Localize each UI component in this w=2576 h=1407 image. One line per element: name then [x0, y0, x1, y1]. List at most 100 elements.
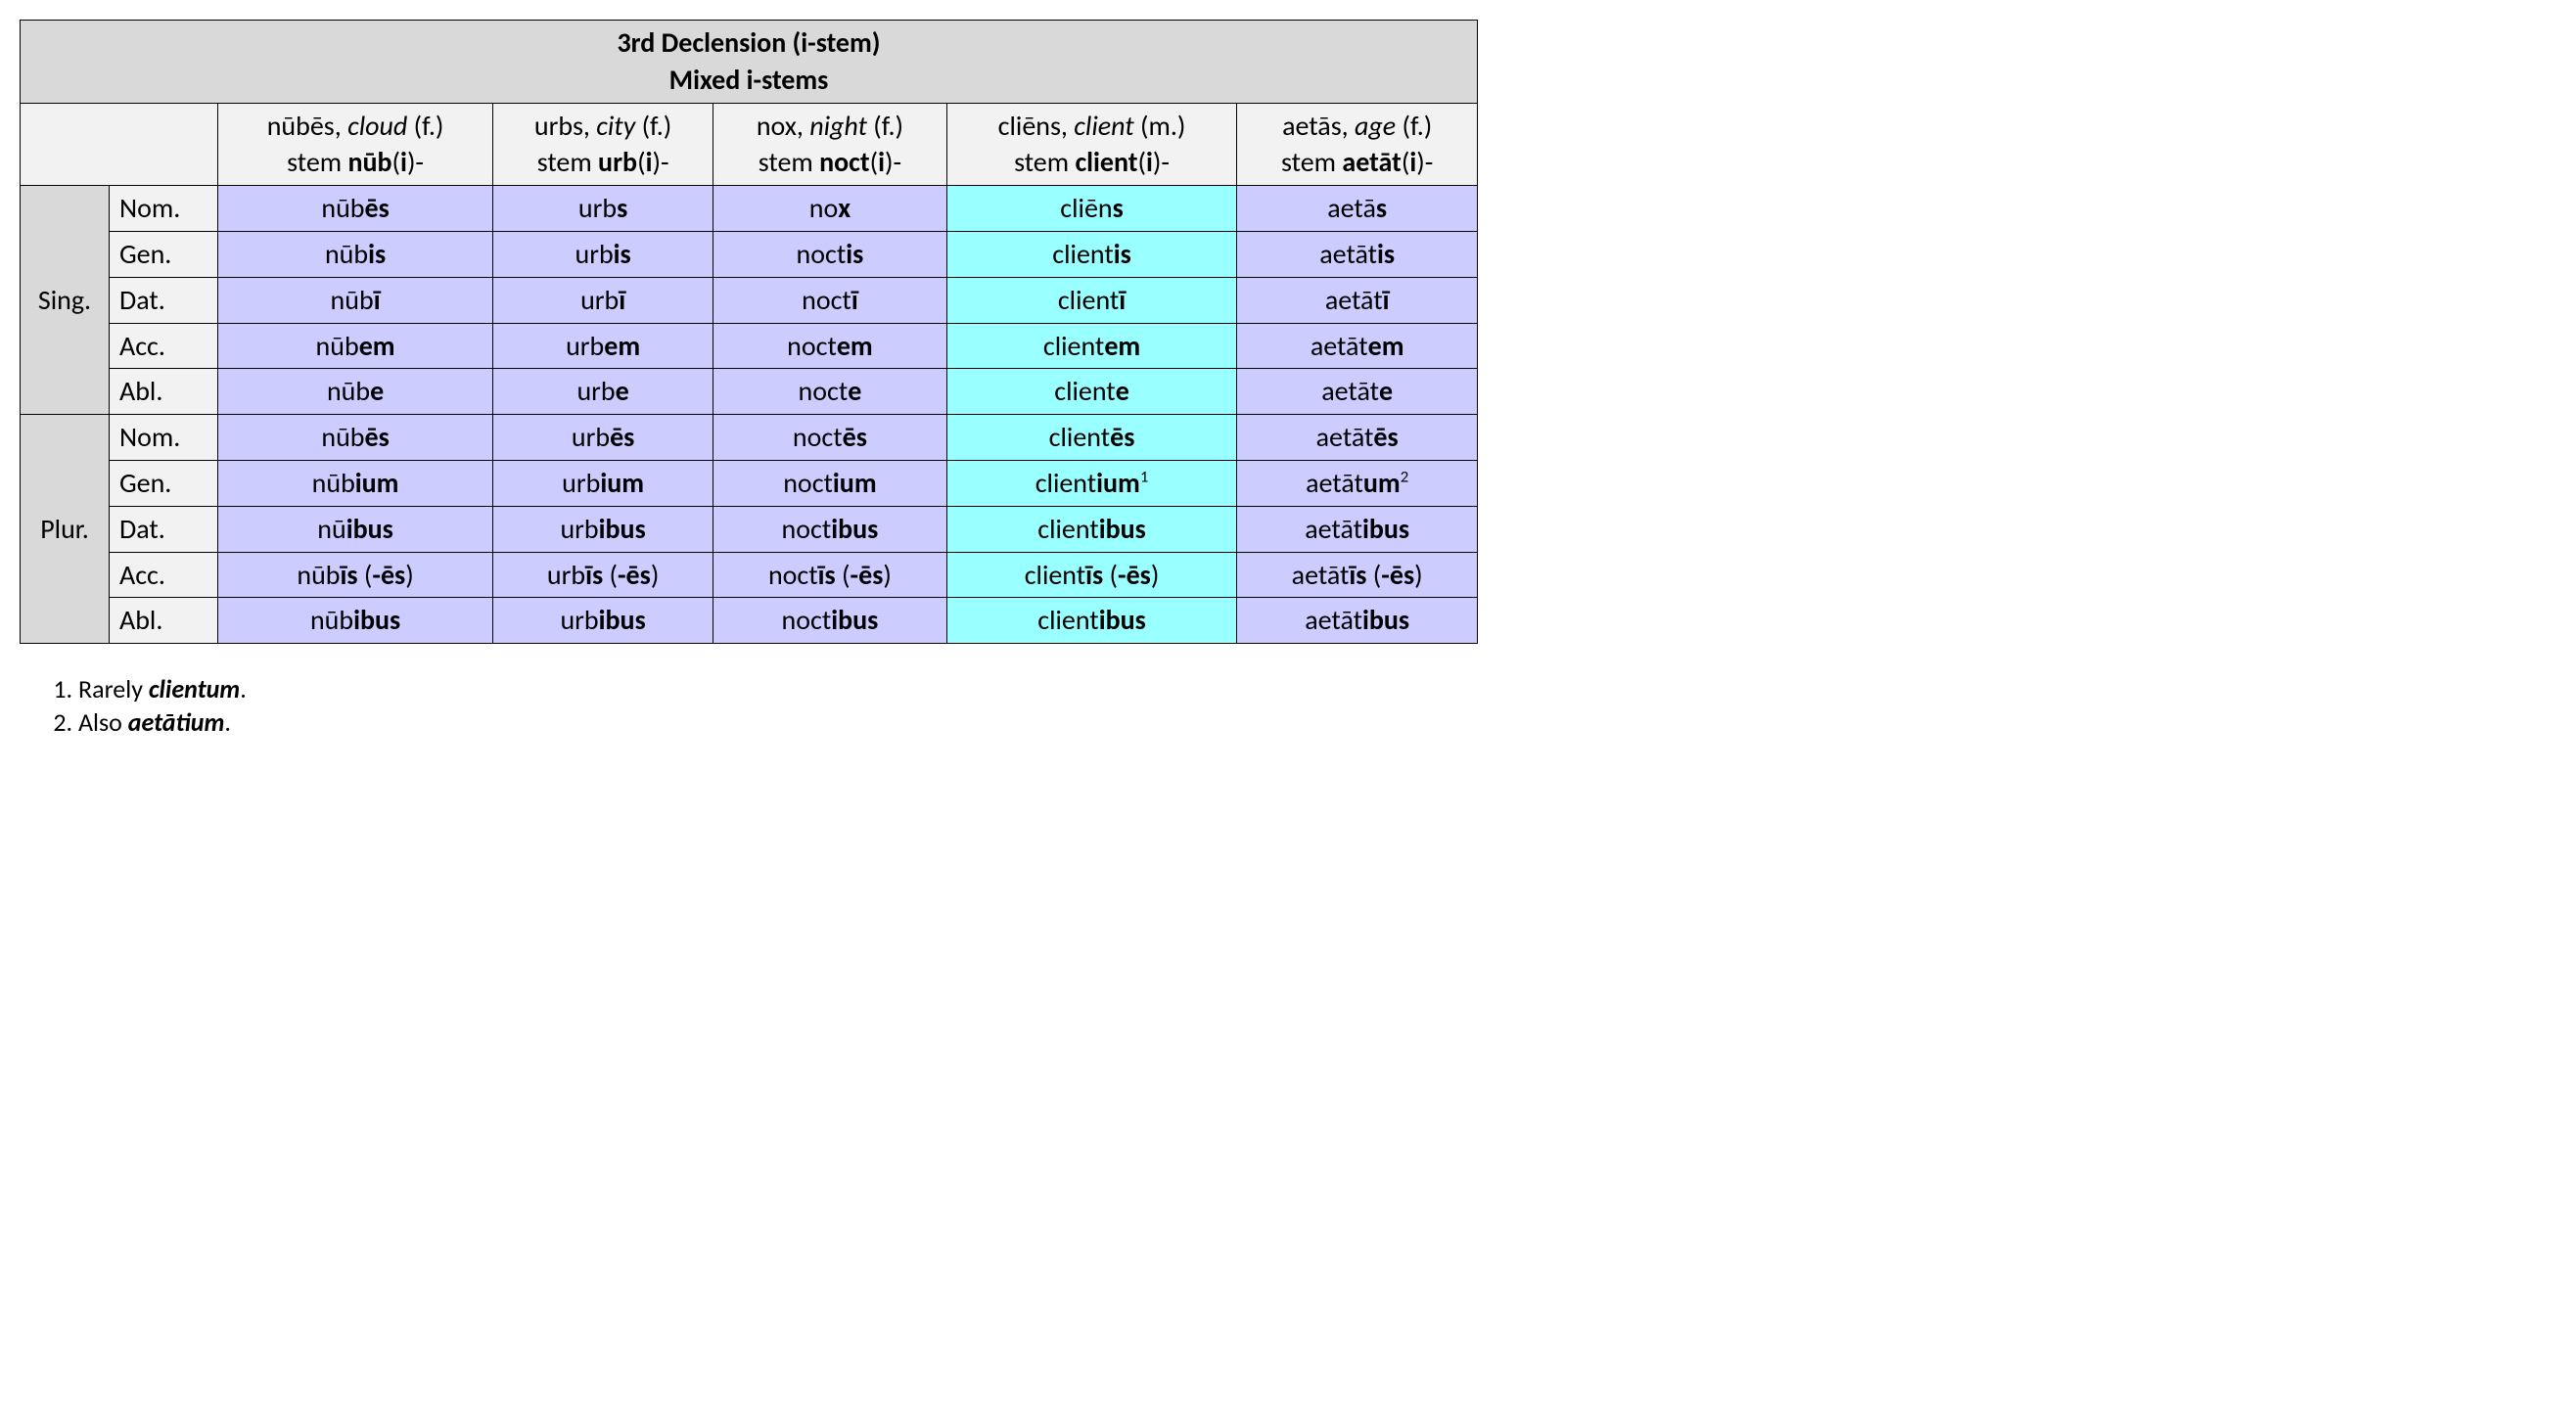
- stem-part: aetāt: [1325, 283, 1383, 317]
- form-cell: nūbī: [218, 277, 493, 323]
- headword: nūbēs,: [267, 109, 342, 143]
- case-label: Abl.: [110, 369, 218, 415]
- stem-part: nūb: [321, 420, 364, 454]
- footnote-pre: Also: [78, 706, 128, 738]
- ending-part: e: [1116, 374, 1129, 408]
- alt-ending: -ēs: [372, 558, 405, 592]
- stem-part: nūb: [325, 237, 368, 271]
- alt-open: (: [836, 558, 851, 592]
- stem-part: urb: [578, 191, 617, 225]
- alt-close: ): [405, 558, 414, 592]
- form-cell: noctem: [713, 323, 947, 369]
- stem-part: nūb: [331, 283, 374, 317]
- ending-part: ibus: [831, 512, 878, 546]
- form-cell: noctēs: [713, 415, 947, 461]
- case-label: Dat.: [110, 506, 218, 552]
- ending-part: īs: [585, 558, 603, 592]
- title-line-1: 3rd Declension (i-stem): [617, 25, 880, 60]
- form-cell: clientium1: [946, 460, 1237, 506]
- stem-paren-close: )-: [652, 145, 668, 179]
- stem-part: client: [1037, 512, 1098, 546]
- alt-close: ): [651, 558, 660, 592]
- footnotes: Rarely clientum.Also aetātium.: [49, 673, 2556, 738]
- number-label: Plur.: [21, 415, 110, 644]
- case-label: Gen.: [110, 460, 218, 506]
- stem-part: aetāt: [1305, 512, 1362, 546]
- ending-part: em: [359, 329, 395, 363]
- form-cell: nūbīs (-ēs): [218, 552, 493, 598]
- footnote-term: clientum: [149, 673, 240, 704]
- gloss: age: [1355, 109, 1396, 143]
- alt-close: ): [1414, 558, 1423, 592]
- stem-paren-open: (: [392, 145, 401, 179]
- table-row: Dat.nūbīurbīnoctīclientīaetātī: [21, 277, 1478, 323]
- ending-part: ī: [1383, 283, 1390, 317]
- gloss: cloud: [347, 109, 407, 143]
- stem-part: aetāt: [1305, 603, 1362, 637]
- footnote-post: .: [240, 673, 247, 704]
- title-row: 3rd Declension (i-stem) Mixed i-stems: [21, 21, 1478, 104]
- headword: cliēns,: [998, 109, 1068, 143]
- stem-paren-close: )-: [885, 145, 901, 179]
- ending-part: ium: [600, 466, 644, 500]
- ending-part: ibus: [1099, 512, 1146, 546]
- title-line-2: Mixed i-stems: [669, 63, 829, 97]
- gender: (f.): [414, 109, 444, 143]
- form-cell: urbium: [493, 460, 713, 506]
- ending-part: ibus: [599, 512, 646, 546]
- stem-part: noct: [782, 603, 832, 637]
- ending-part: ibus: [1362, 512, 1409, 546]
- stem-i: i: [1146, 145, 1153, 179]
- form-cell: aetātis: [1237, 231, 1478, 277]
- case-label: Dat.: [110, 277, 218, 323]
- form-cell: nūbēs: [218, 186, 493, 232]
- ending-part: s: [617, 191, 627, 225]
- stem-part: noct: [782, 512, 832, 546]
- gender: (f.): [873, 109, 903, 143]
- form-cell: clientibus: [946, 598, 1237, 644]
- stem-part: client: [1058, 283, 1119, 317]
- stem: aetāt: [1342, 145, 1401, 179]
- stem-part: aetāt: [1292, 558, 1350, 592]
- ending-part: is: [846, 237, 863, 271]
- form-cell: noctibus: [713, 598, 947, 644]
- table-row: Plur.Nom.nūbēsurbēsnoctēsclientēsaetātēs: [21, 415, 1478, 461]
- footnote-term: aetātium: [128, 706, 225, 738]
- stem-part: noct: [768, 558, 818, 592]
- form-cell: urbīs (-ēs): [493, 552, 713, 598]
- column-header: nox, night (f.)stem noct(i)-: [713, 103, 947, 186]
- form-cell: urbibus: [493, 506, 713, 552]
- ending-part: ēs: [843, 420, 867, 454]
- column-header: nūbēs, cloud (f.)stem nūb(i)-: [218, 103, 493, 186]
- column-header: aetās, age (f.)stem aetāt(i)-: [1237, 103, 1478, 186]
- form-cell: nūbe: [218, 369, 493, 415]
- stem-part: aetāt: [1319, 237, 1377, 271]
- stem-part: client: [1049, 420, 1110, 454]
- ending-part: īs: [1349, 558, 1366, 592]
- stem-label: stem: [759, 145, 819, 179]
- ending-part: īs: [341, 558, 358, 592]
- footnote-marker: 1: [1140, 467, 1149, 487]
- ending-part: s: [1113, 191, 1124, 225]
- ending-part: ium: [833, 466, 877, 500]
- form-cell: nūbium: [218, 460, 493, 506]
- stem-part: noct: [787, 329, 837, 363]
- footnote-post: .: [224, 706, 231, 738]
- stem: noct: [819, 145, 870, 179]
- column-header: urbs, city (f.)stem urb(i)-: [493, 103, 713, 186]
- stem-part: aetāt: [1311, 329, 1368, 363]
- table-row: Sing.Nom.nūbēsurbsnoxcliēnsaetās: [21, 186, 1478, 232]
- stem-part: urb: [575, 237, 613, 271]
- form-cell: aetātī: [1237, 277, 1478, 323]
- ending-part: em: [604, 329, 640, 363]
- stem-part: cliēn: [1060, 191, 1112, 225]
- stem-label: stem: [537, 145, 598, 179]
- stem-paren-close: )-: [407, 145, 424, 179]
- ending-part: ēs: [365, 191, 390, 225]
- stem-paren-open: (: [637, 145, 646, 179]
- ending-part: ī: [619, 283, 625, 317]
- headword: urbs,: [534, 109, 590, 143]
- stem-part: urb: [576, 374, 615, 408]
- ending-part: em: [1368, 329, 1404, 363]
- ending-part: e: [616, 374, 629, 408]
